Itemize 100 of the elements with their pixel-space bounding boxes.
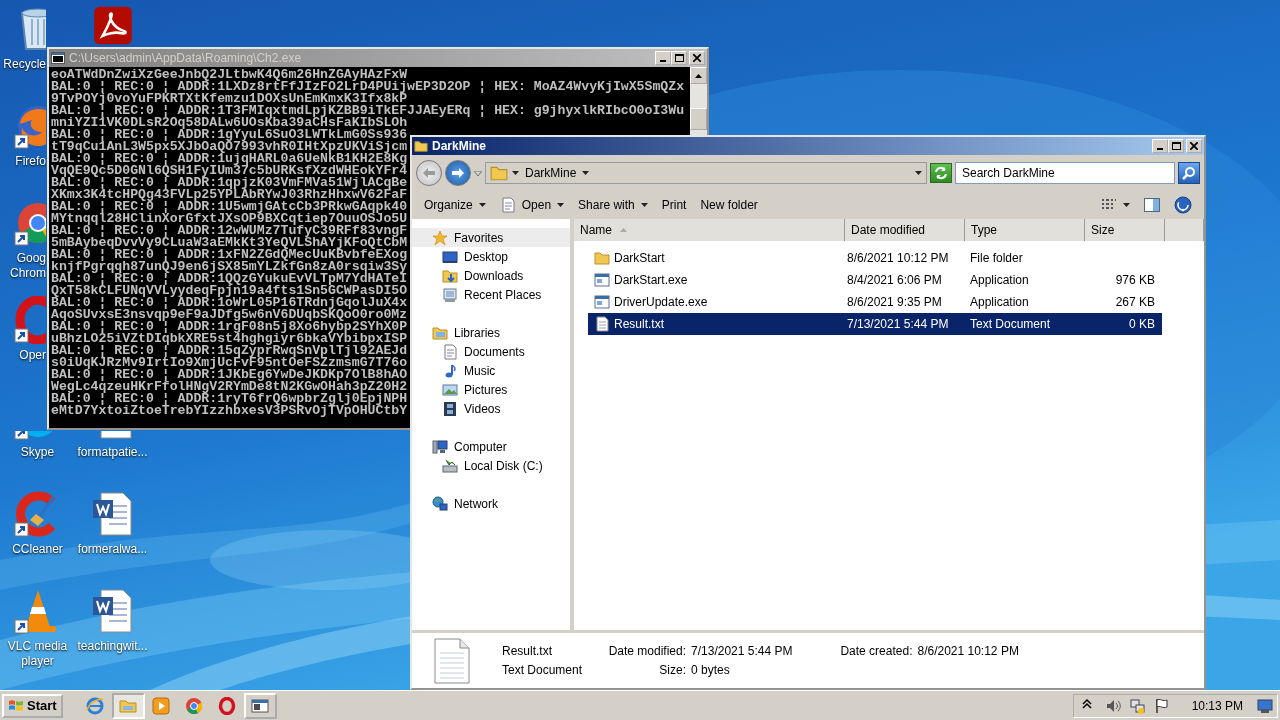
shortcut-label: CCleaner [11, 542, 64, 557]
file-date: 8/4/2021 6:06 PM [846, 272, 943, 289]
toolbar-button[interactable]: Organize [418, 194, 492, 216]
nav-item[interactable]: Desktop [412, 247, 570, 266]
column-header[interactable]: Size [1085, 219, 1165, 241]
toolbar-button[interactable]: Share with [572, 194, 654, 216]
console-line: WegLc4qzeuHKrFfolHNgV2RYmDe8tN2KGwOHah3pZ20H2 [51, 381, 408, 393]
scrollbar-thumb[interactable] [690, 108, 707, 130]
nav-item[interactable]: Recent Places [412, 285, 570, 304]
maximize-icon [674, 54, 684, 62]
browser-icon [185, 696, 204, 715]
shortcut-label: teachingwit... [76, 639, 149, 654]
search-button[interactable] [1178, 162, 1200, 184]
file-name: DarkStart.exe [614, 272, 688, 289]
close-icon [693, 54, 701, 62]
back-button[interactable] [416, 160, 442, 186]
forward-button[interactable] [445, 160, 471, 186]
file-date: 8/6/2021 10:12 PM [846, 250, 950, 267]
caret-icon [512, 171, 519, 175]
nav-item[interactable]: Favorites [412, 228, 570, 247]
console-line: XKmx3K4tcHPQg43FVLp25YPLAbRYwJ03RhzHhxwV62FaF [51, 189, 408, 201]
refresh-icon [934, 166, 948, 180]
nav-item[interactable]: Network [412, 494, 570, 513]
desktop-shortcut[interactable]: formatpatie... [76, 431, 149, 460]
detail-value: 0 bytes [691, 661, 730, 679]
file-date: 8/6/2021 9:35 PM [846, 294, 943, 311]
column-header[interactable]: Date modified [845, 219, 965, 241]
console-line: BAL:0 ¦ REC:0 ¦ ADDR:1QQzGYukuEvVLTpM7YdHATeI [51, 273, 408, 285]
console-line: BAL:0 ¦ REC:0 ¦ ADDR:1LXDz8rtFfJIzFO2LrD4PUijwEP3D2OP ¦ HEX: MoAZ4WvyKjIwX5SmQZx [51, 81, 685, 93]
nav-item[interactable]: Documents [412, 342, 570, 361]
detail-label: Date modified: [607, 642, 687, 660]
console-line: uBhzLO25iVZtDIqbkXRE5st4hghgiyr6bkaVYbibpxISP [51, 333, 408, 345]
shortcut-label: VLC media player [6, 639, 69, 669]
nav-item[interactable]: Libraries [412, 323, 570, 342]
console-line: BAL:0 ¦ REC:0 ¦ ADDR:1ryT6frQ6wpbrZglj0EpjNPH [51, 393, 408, 405]
network-icon [432, 495, 448, 512]
column-header[interactable]: Type [965, 219, 1085, 241]
file-type: File folder [970, 250, 1024, 267]
chevron-up-icon [1081, 697, 1092, 710]
minimize-button[interactable] [1152, 139, 1168, 153]
address-bar[interactable]: DarkMine [485, 162, 927, 184]
start-button[interactable]: Start [2, 693, 63, 718]
minimize-button[interactable] [655, 51, 671, 65]
refresh-button[interactable] [930, 163, 952, 183]
file-size: 0 KB [1128, 316, 1155, 333]
history-caret-icon [474, 170, 482, 176]
breadcrumb-item[interactable]: DarkMine [523, 164, 579, 182]
nav-item[interactable]: Computer [412, 437, 570, 456]
toolbar-button[interactable]: Print [655, 194, 693, 216]
close-button[interactable] [689, 51, 705, 65]
maximize-button[interactable] [1168, 139, 1184, 153]
caret-icon [478, 203, 486, 207]
window-title: DarkMine [432, 138, 487, 155]
caret-icon [557, 203, 565, 207]
nav-item[interactable]: Downloads [412, 266, 570, 285]
search-field[interactable]: Search DarkMine [955, 162, 1175, 184]
toolbar-button[interactable]: New folder [694, 194, 764, 216]
folder-icon [594, 250, 610, 266]
console-line: s0iUqKJRzMv9IrtIo9XmjUcFvF95ntOeFSZzmsmG7T76o [51, 357, 408, 369]
file-row[interactable]: DarkStart.exe 8/4/2021 6:06 PM Application 976 KB [588, 269, 1162, 291]
nav-item[interactable]: Pictures [412, 380, 570, 399]
file-row[interactable]: DarkStart 8/6/2021 10:12 PM File folder [588, 247, 1162, 269]
help-icon [1174, 196, 1192, 214]
nav-item[interactable]: Videos [412, 399, 570, 418]
console-line: BAL:0 ¦ REC:0 ¦ ADDR:1qpjzK03VmFMVa51WjlACqBe [51, 177, 408, 189]
file-row[interactable]: Result.txt 7/13/2021 5:44 PM Text Document 0 KB [588, 313, 1162, 335]
console-line: 9TvPOYj0voYuFPKRTXtKfemzu1DOXsUnEmKmxK3Ifx8kP [51, 93, 408, 105]
file-row[interactable]: DriverUpdate.exe 8/6/2021 9:35 PM Application 267 KB [588, 291, 1162, 313]
desktop-shortcut[interactable]: CCleaner [1, 490, 74, 557]
file-date: 7/13/2021 5:44 PM [846, 316, 950, 333]
download-folder-icon [442, 267, 458, 284]
maximize-button[interactable] [671, 51, 687, 65]
column-header[interactable]: Name [574, 219, 845, 241]
scroll-up-button[interactable] [690, 67, 707, 84]
application-icon [594, 294, 610, 310]
desktop-shortcut[interactable]: Oper [0, 296, 46, 363]
shortcut-label: Firefo [14, 154, 46, 169]
window-title: C:\Users\admin\AppData\Roaming\Ch2.exe [69, 50, 302, 67]
browser-icon [86, 696, 105, 715]
caret-icon [582, 171, 590, 175]
show-desktop-button[interactable] [1257, 697, 1273, 714]
nav-item[interactable]: Local Disk (C:) [412, 456, 570, 475]
caret-icon [1123, 203, 1130, 207]
shortcut-label: formeralwa... [76, 542, 149, 557]
console-line: BAL:0 ¦ REC:0 ¦ ADDR:1U5wmjGAtcCb3PRkwGAqpk40 [51, 201, 408, 213]
console-line: eMtD7YxtoiZtoeTrebYIzzhbxesV3PSRvOjTVpOHUCtbY [51, 405, 408, 417]
console-line: tT9qCu1AnL3W5px5XJbOaQO7993vhR0IHtXpzUKViSjcm [51, 141, 408, 153]
console-window-icon [251, 696, 270, 715]
desktop-shortcut[interactable]: Recycle [0, 5, 46, 72]
nav-item[interactable]: Music [412, 361, 570, 380]
application-icon [594, 272, 610, 288]
toolbar-button[interactable]: Open [493, 194, 571, 216]
search-icon [1182, 166, 1196, 180]
console-line: VqQE9Qc5D0GNl6QSH1FyIUm37c5bURKsfXzdWHEokYFr4 [51, 165, 408, 177]
recent-places-icon [442, 286, 458, 303]
taskbar-button[interactable] [243, 692, 277, 719]
file-name: Result.txt [614, 316, 664, 333]
file-size: 267 KB [1114, 294, 1155, 311]
console-window-icon [51, 52, 65, 64]
close-button[interactable] [1186, 139, 1202, 153]
